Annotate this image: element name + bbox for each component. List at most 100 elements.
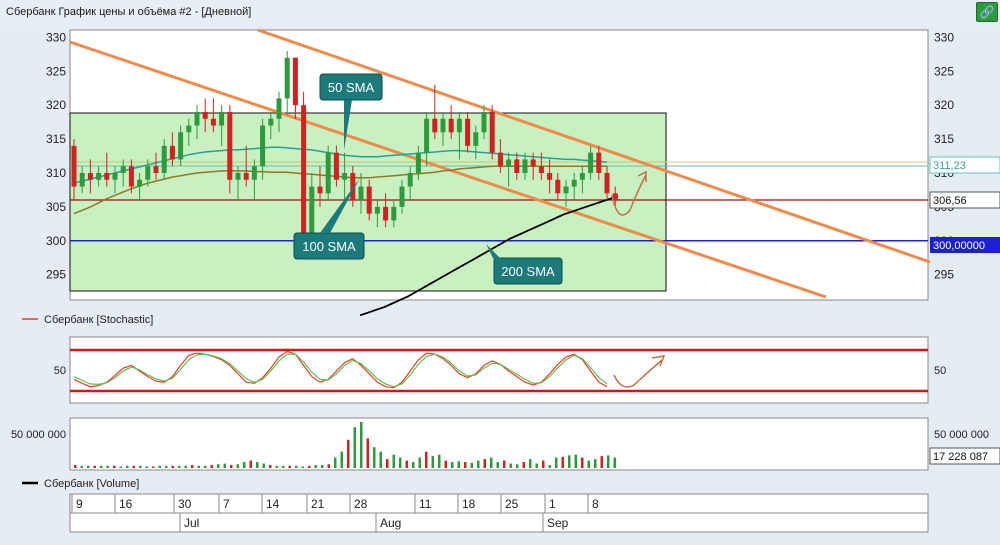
volume-bar — [119, 466, 122, 468]
current-price-text: 311,23 — [933, 160, 966, 172]
volume-bar — [262, 463, 265, 468]
volume-bar — [100, 465, 103, 468]
volume-bar — [522, 462, 525, 468]
candle-body — [358, 186, 364, 201]
price-tick-right: 325 — [934, 64, 954, 78]
candle-body — [161, 145, 167, 173]
price-tick-left: 320 — [46, 98, 66, 112]
volume-bar — [171, 465, 174, 468]
volume-bar — [366, 438, 369, 468]
volume-bar — [581, 457, 584, 468]
volume-bar — [425, 451, 428, 468]
volume-bar — [327, 464, 330, 468]
volume-bar — [191, 465, 194, 468]
volume-bar — [613, 457, 616, 468]
candle-body — [284, 57, 290, 99]
volume-bar — [392, 454, 395, 468]
day-tick-label: 25 — [505, 497, 519, 511]
month-tick-label: Sep — [547, 516, 569, 530]
candle-body — [579, 172, 585, 180]
price-tick-right: 295 — [934, 268, 954, 282]
candle-body — [424, 118, 430, 153]
price-tick-left: 310 — [46, 166, 66, 180]
sma100-label: 100 SMA — [302, 239, 356, 254]
candle-body — [333, 152, 339, 180]
volume-bar — [217, 464, 220, 468]
volume-bar — [451, 462, 454, 468]
candle-body — [473, 132, 479, 146]
volume-bar — [548, 465, 551, 468]
volume-bar — [340, 451, 343, 468]
volume-bar — [314, 465, 317, 468]
candle-body — [128, 166, 134, 187]
volume-bar — [347, 439, 350, 468]
candle-body — [169, 145, 175, 160]
candle-body — [301, 105, 307, 234]
volume-bar — [308, 465, 311, 468]
price-tick-left: 325 — [46, 64, 66, 78]
volume-bar — [113, 465, 116, 468]
day-tick-label: 28 — [354, 497, 368, 511]
candle-body — [112, 172, 118, 180]
volume-bar — [503, 460, 506, 468]
candle-body — [292, 57, 298, 106]
volume-bar — [373, 447, 376, 468]
stochastic-legend: Сбербанк [Stochastic] — [44, 314, 153, 326]
candle-body — [374, 206, 380, 214]
candle-body — [571, 179, 577, 187]
candle-body — [407, 172, 413, 187]
candle-body — [399, 186, 405, 207]
candle-body — [243, 172, 249, 180]
price-tick-right: 315 — [934, 132, 954, 146]
price-tick-left: 295 — [46, 268, 66, 282]
candle-body — [317, 186, 323, 194]
resistance-price-text: 306,56 — [933, 195, 967, 207]
price-tick-left: 330 — [46, 30, 66, 44]
volume-bar — [470, 462, 473, 468]
candle-body — [432, 118, 438, 133]
price-axis-left: 330 325 320 315 310 305 300 295 — [46, 30, 66, 281]
volume-bar — [412, 462, 415, 468]
volume-bar — [457, 461, 460, 468]
candle-body — [178, 132, 184, 160]
month-tick-label: Aug — [380, 516, 401, 530]
candle-body — [325, 152, 331, 194]
candle-body — [186, 125, 192, 133]
volume-bar — [74, 465, 77, 468]
volume-bar — [204, 465, 207, 468]
price-tick-left: 305 — [46, 200, 66, 214]
day-tick-label: 30 — [178, 497, 192, 511]
price-tick-right: 320 — [934, 98, 954, 112]
candle-body — [153, 166, 159, 173]
candle-body — [448, 118, 454, 133]
chart-canvas: 330 325 320 315 310 305 300 295 330 325 320 315 310… — [11, 28, 1000, 533]
volume-bar — [607, 455, 610, 468]
volume-bar — [535, 463, 538, 468]
volume-bar — [132, 465, 135, 468]
volume-bar — [295, 465, 298, 468]
candle-body — [415, 152, 421, 173]
volume-bar — [587, 460, 590, 468]
candle-body — [71, 145, 77, 187]
volume-bar — [197, 465, 200, 468]
month-tick-label: Jul — [184, 516, 199, 530]
candle-body — [137, 179, 143, 187]
volume-tick-left: 50 000 000 — [11, 429, 66, 441]
volume-bar — [529, 459, 532, 468]
sma200-label: 200 SMA — [501, 264, 555, 279]
volume-bar — [594, 459, 597, 468]
candle-body — [219, 111, 225, 126]
sma50-label: 50 SMA — [328, 80, 375, 95]
candle-body — [210, 118, 216, 126]
candle-body — [522, 159, 528, 173]
candle-body — [202, 111, 208, 119]
volume-bar — [249, 460, 252, 468]
day-tick-label: 21 — [311, 497, 325, 511]
candle-body — [530, 159, 536, 167]
candle-body — [506, 159, 512, 167]
volume-bar — [321, 465, 324, 468]
candle-body — [538, 166, 544, 173]
day-tick-label: 1 — [549, 497, 556, 511]
volume-tick-right: 50 000 000 — [934, 429, 989, 441]
candle-body — [383, 206, 389, 221]
